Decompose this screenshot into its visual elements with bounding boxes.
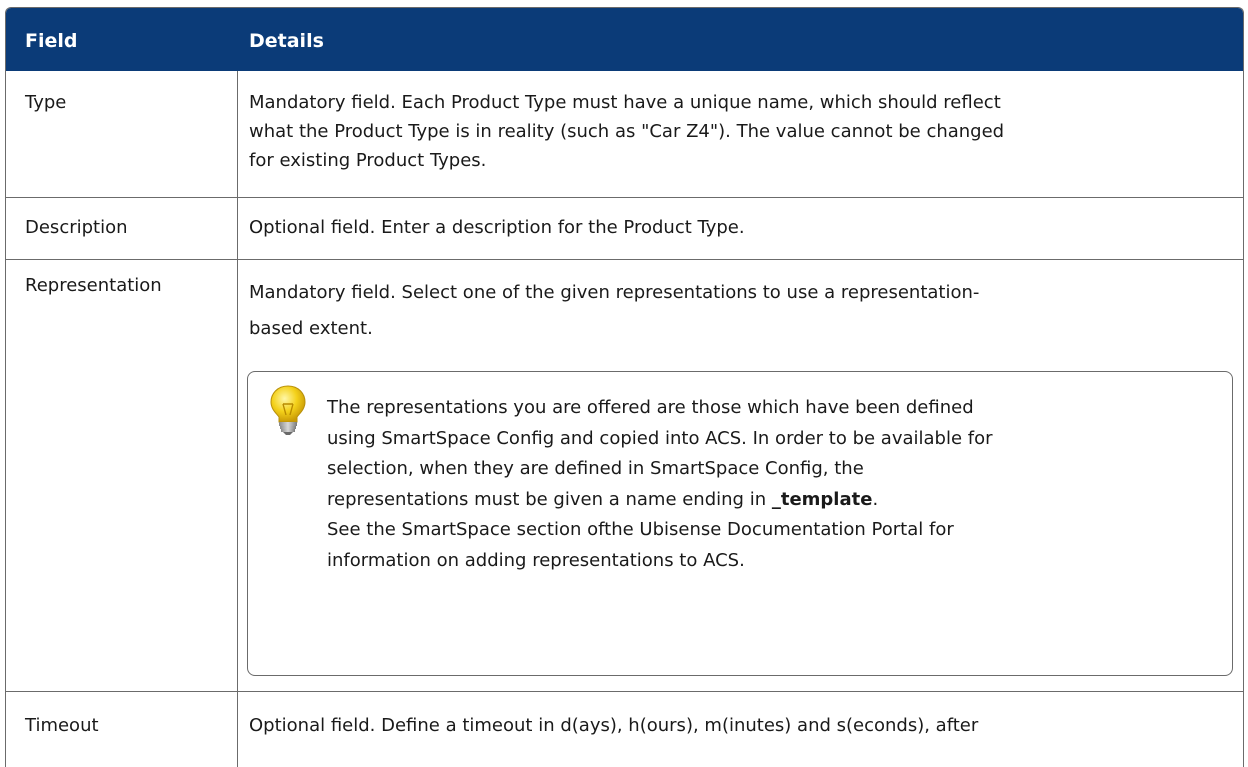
note-line: using SmartSpace Config and copied into … xyxy=(327,427,993,449)
detail-line: based extent. xyxy=(249,318,373,339)
row-description-details: Optional field. Enter a description for … xyxy=(249,213,745,242)
note-line-suffix: . xyxy=(872,488,879,510)
tip-note-text: The representations you are offered are … xyxy=(327,393,993,577)
column-divider xyxy=(237,71,238,767)
row-description-field: Description xyxy=(25,217,128,238)
row-divider xyxy=(6,691,1243,692)
note-line: selection, when they are defined in Smar… xyxy=(327,458,864,480)
note-line: representations must be given a name end… xyxy=(327,485,993,516)
note-line: See the SmartSpace section ofthe Ubisens… xyxy=(327,519,954,541)
tip-note-box: The representations you are offered are … xyxy=(247,371,1233,676)
note-line: information on adding representations to… xyxy=(327,549,745,571)
row-timeout-details: Optional field. Define a timeout in d(ay… xyxy=(249,711,978,740)
detail-line: Mandatory field. Select one of the given… xyxy=(249,282,980,303)
detail-line: Mandatory field. Each Product Type must … xyxy=(249,92,1001,113)
template-suffix-code: _template xyxy=(771,488,873,510)
lightbulb-icon xyxy=(270,385,306,435)
row-timeout-field: Timeout xyxy=(25,715,99,736)
header-details: Details xyxy=(249,30,324,52)
note-line-prefix: representations must be given a name end… xyxy=(327,488,772,510)
row-representation-details: Mandatory field. Select one of the given… xyxy=(249,275,979,347)
detail-line: what the Product Type is in reality (suc… xyxy=(249,121,1005,142)
row-type-details: Mandatory field. Each Product Type must … xyxy=(249,88,1004,175)
row-representation-field: Representation xyxy=(25,275,162,296)
detail-line: Optional field. Enter a description for … xyxy=(249,217,745,238)
table-header: Field Details xyxy=(6,8,1243,71)
detail-line: for existing Product Types. xyxy=(249,150,487,171)
row-divider xyxy=(6,197,1243,198)
detail-line: Optional field. Define a timeout in d(ay… xyxy=(249,715,979,736)
row-divider xyxy=(6,259,1243,260)
header-field: Field xyxy=(25,30,78,52)
row-type-field: Type xyxy=(25,92,67,113)
note-line: The representations you are offered are … xyxy=(327,397,974,418)
